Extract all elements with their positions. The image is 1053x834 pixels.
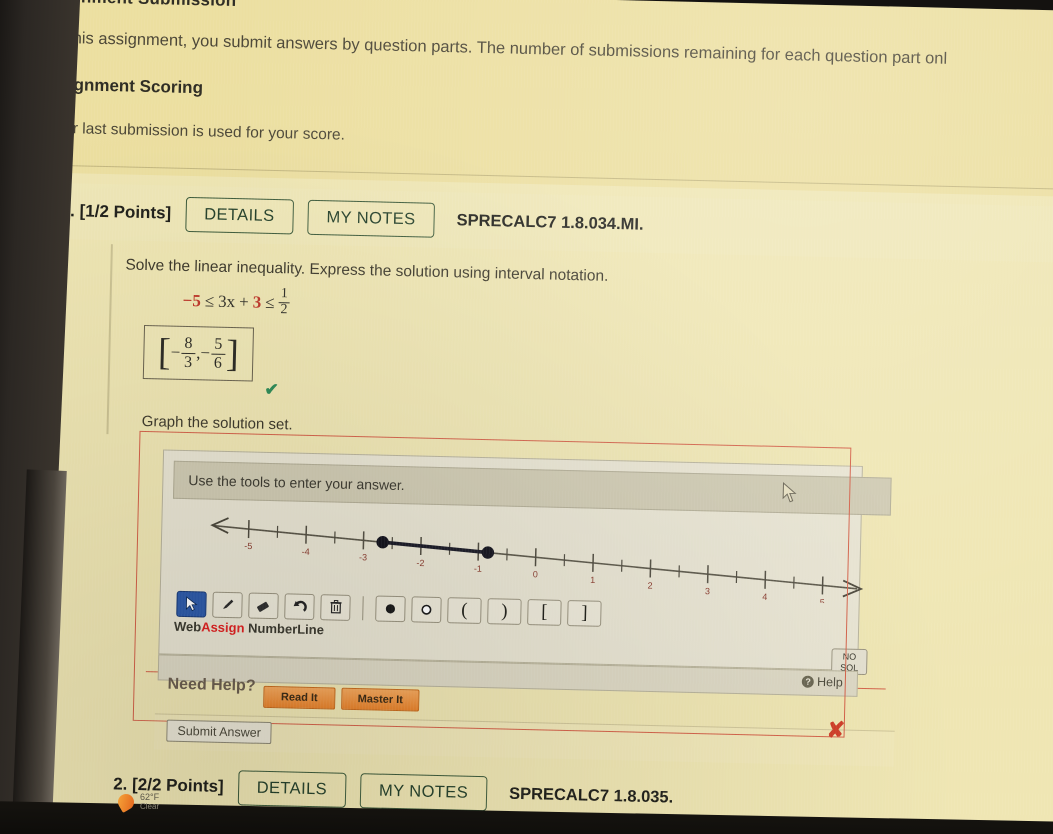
answer-second-sign: − (200, 343, 211, 363)
weather-text: 62°F Clear (140, 792, 159, 812)
submit-answer-button[interactable]: Submit Answer (166, 719, 273, 745)
question-2-code: SPRECALC7 1.8.035. (508, 784, 674, 807)
inequality-mid-b: 3 (252, 292, 262, 312)
read-it-button[interactable]: Read It (263, 685, 336, 710)
taskbar-weather-widget[interactable]: 62°F Clear (115, 791, 159, 813)
inequality-rel-1: ≤ (204, 291, 215, 311)
question-2-my-notes-button[interactable]: MY NOTES (359, 772, 488, 811)
inequality-right-numerator: 1 (278, 286, 290, 304)
answer-first-numerator: 8 (181, 335, 196, 354)
question-1-points: 1. [1/2 Points] (60, 200, 172, 223)
answer-open-bracket: [ (157, 331, 172, 374)
inequality-rel-2: ≤ (265, 293, 275, 313)
incorrect-x-icon: ✘ (826, 717, 846, 743)
answer-first-denominator: 3 (183, 353, 193, 371)
answer-second-denominator: 6 (213, 354, 223, 372)
question-2-details-button[interactable]: DETAILS (237, 769, 347, 808)
weather-condition: Clear (140, 802, 160, 811)
inequality-right-fraction: 1 2 (278, 286, 290, 318)
question-1-details-button[interactable]: DETAILS (184, 196, 294, 234)
monitor-photo: Assignment Submission For this assignmen… (0, 0, 1053, 834)
inequality-mid-a: 3x (217, 291, 236, 312)
inequality-expression: −5 ≤ 3x + 3 ≤ 1 2 (182, 286, 290, 319)
inequality-right-denominator: 2 (280, 301, 288, 318)
graph-solution-set-label: Graph the solution set. (141, 412, 293, 434)
interval-answer-field[interactable]: [ − 8 3 , − 5 6 ] (142, 324, 255, 382)
answer-second-fraction: 5 6 (211, 335, 226, 372)
weather-temperature: 62°F (140, 792, 160, 802)
screen-content: Assignment Submission For this assignmen… (1, 0, 1053, 834)
question-1-my-notes-button[interactable]: MY NOTES (307, 199, 435, 238)
weather-sun-icon (115, 791, 137, 813)
inequality-plus: + (238, 292, 249, 312)
answer-close-bracket: ] (225, 332, 240, 376)
answer-first-fraction: 8 3 (181, 335, 196, 371)
inequality-left-value: −5 (182, 291, 202, 311)
master-it-button[interactable]: Master It (341, 687, 420, 712)
need-help-label: Need Help? (167, 675, 256, 695)
question-1-code: SPRECALC7 1.8.034.MI. (456, 210, 644, 234)
answer-second-numerator: 5 (211, 335, 226, 355)
correct-check-icon: ✔ (264, 379, 280, 400)
mouse-cursor (782, 481, 800, 509)
answer-first-sign: − (170, 342, 181, 362)
